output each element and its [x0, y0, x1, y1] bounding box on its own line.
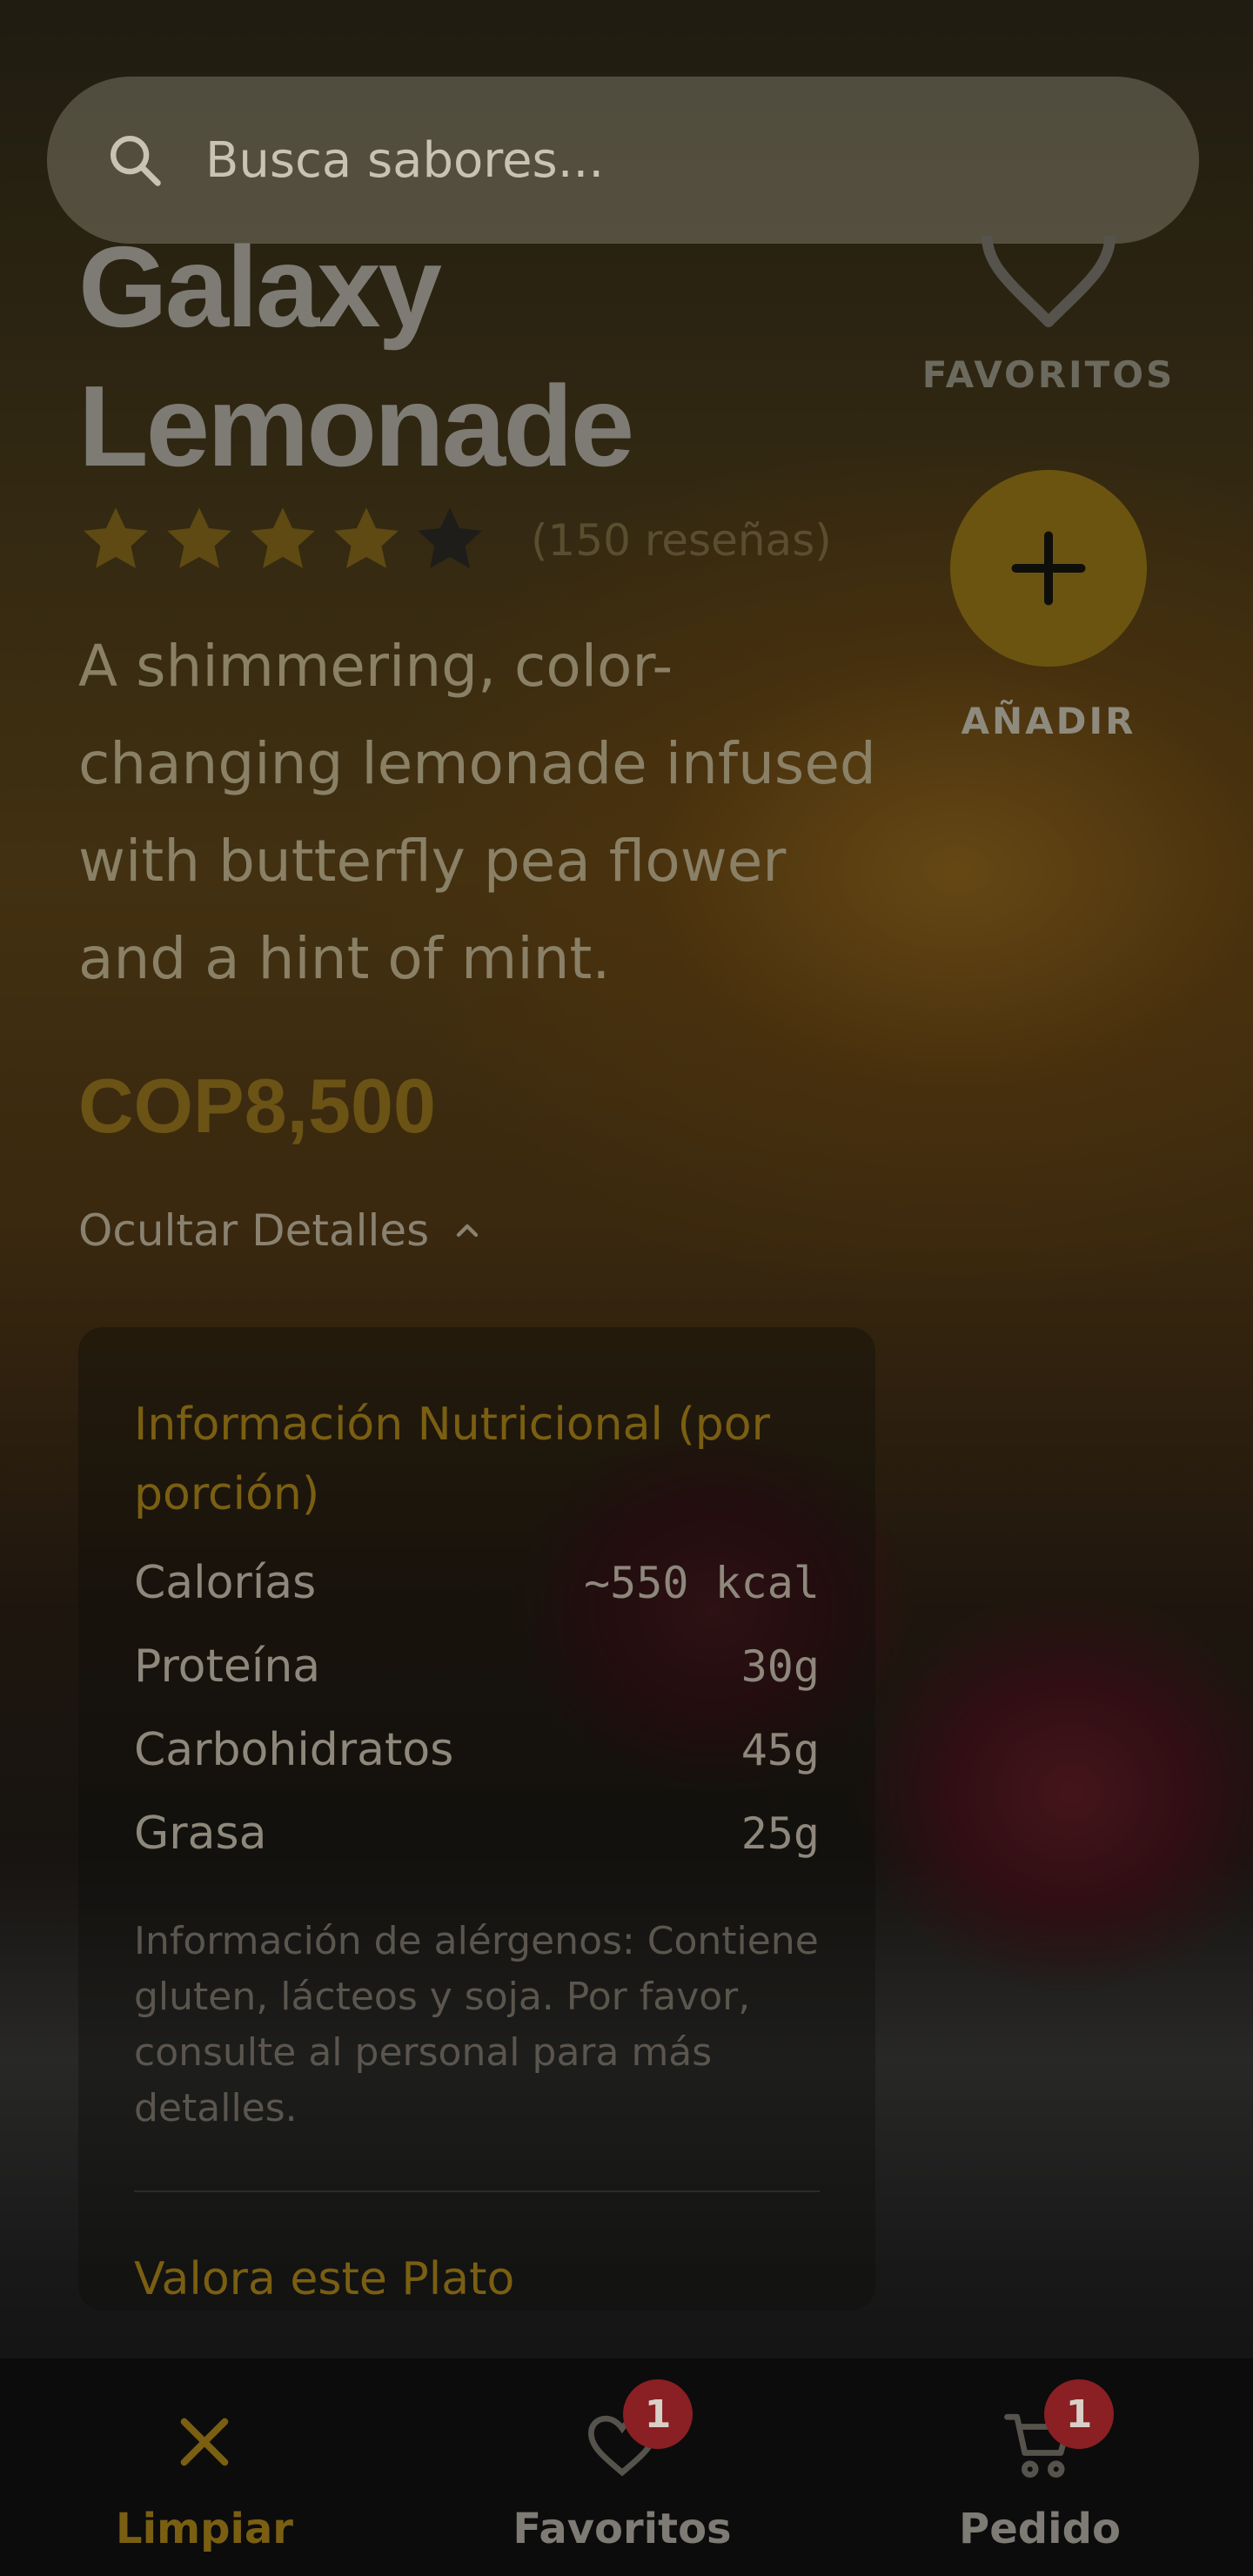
- divider: [134, 2190, 820, 2192]
- plus-icon: [1011, 531, 1086, 606]
- nutrition-row: Grasa 25g: [134, 1792, 820, 1875]
- product-price: COP8,500: [78, 1063, 436, 1149]
- hide-details-toggle[interactable]: Ocultar Detalles: [78, 1205, 485, 1256]
- bottom-nav: Limpiar 1 Favoritos 1 Pedido: [0, 2358, 1253, 2576]
- product-title: Galaxy Lemonade: [78, 223, 634, 490]
- nutrition-label: Calorías: [134, 1557, 317, 1609]
- search-icon: [111, 136, 161, 186]
- rate-dish-title: Valora este Plato: [134, 2253, 515, 2305]
- nutrition-row: Carbohidratos 45g: [134, 1708, 820, 1792]
- nav-order-label: Pedido: [959, 2505, 1121, 2553]
- close-icon: [180, 2418, 229, 2466]
- star-empty-icon: [418, 507, 482, 568]
- nutrition-value: ~550 kcal: [584, 1558, 820, 1608]
- nutrition-title: Información Nutricional (por porción): [134, 1399, 770, 1520]
- nav-favorites[interactable]: 1 Favoritos: [470, 2358, 774, 2576]
- favorite-toggle[interactable]: FAVORITOS: [905, 226, 1192, 396]
- nav-favorites-label: Favoritos: [513, 2505, 732, 2553]
- star-filled-icon: [167, 507, 231, 568]
- review-count: (150 reseñas): [531, 515, 832, 566]
- nutrition-value: 25g: [740, 1808, 820, 1859]
- chevron-up-icon: [457, 1224, 479, 1238]
- nutrition-label: Grasa: [134, 1808, 267, 1860]
- nutrition-table: Calorías ~550 kcal Proteína 30g Carbohid…: [134, 1541, 820, 1875]
- order-badge: 1: [1044, 2379, 1114, 2449]
- rating: (150 reseñas): [78, 503, 832, 578]
- star-filled-icon: [84, 507, 148, 568]
- favorites-label: FAVORITOS: [921, 353, 1176, 396]
- heart-outline-icon: [981, 235, 1116, 327]
- add-button[interactable]: [950, 470, 1147, 667]
- search-input[interactable]: [204, 131, 1077, 190]
- nutrition-card: Información Nutricional (por porción) Ca…: [78, 1327, 875, 2311]
- nutrition-label: Carbohidratos: [134, 1724, 454, 1776]
- add-label: AÑADIR: [961, 700, 1136, 742]
- nutrition-row: Proteína 30g: [134, 1625, 820, 1708]
- allergen-info: Información de alérgenos: Contiene glute…: [134, 1919, 819, 2130]
- nutrition-row: Calorías ~550 kcal: [134, 1541, 820, 1625]
- nutrition-label: Proteína: [134, 1640, 321, 1693]
- nav-clear[interactable]: Limpiar: [52, 2358, 357, 2576]
- nutrition-value: 30g: [740, 1641, 820, 1692]
- star-filled-icon: [251, 507, 315, 568]
- nav-order[interactable]: 1 Pedido: [888, 2358, 1192, 2576]
- add-to-order[interactable]: AÑADIR: [948, 470, 1149, 742]
- hide-details-label: Ocultar Detalles: [78, 1205, 430, 1256]
- favorites-badge: 1: [623, 2379, 693, 2449]
- nutrition-value: 45g: [740, 1725, 820, 1775]
- product-description: A shimmering, color-changing lemonade in…: [78, 633, 876, 992]
- star-filled-icon: [334, 507, 399, 568]
- nav-clear-label: Limpiar: [116, 2505, 293, 2553]
